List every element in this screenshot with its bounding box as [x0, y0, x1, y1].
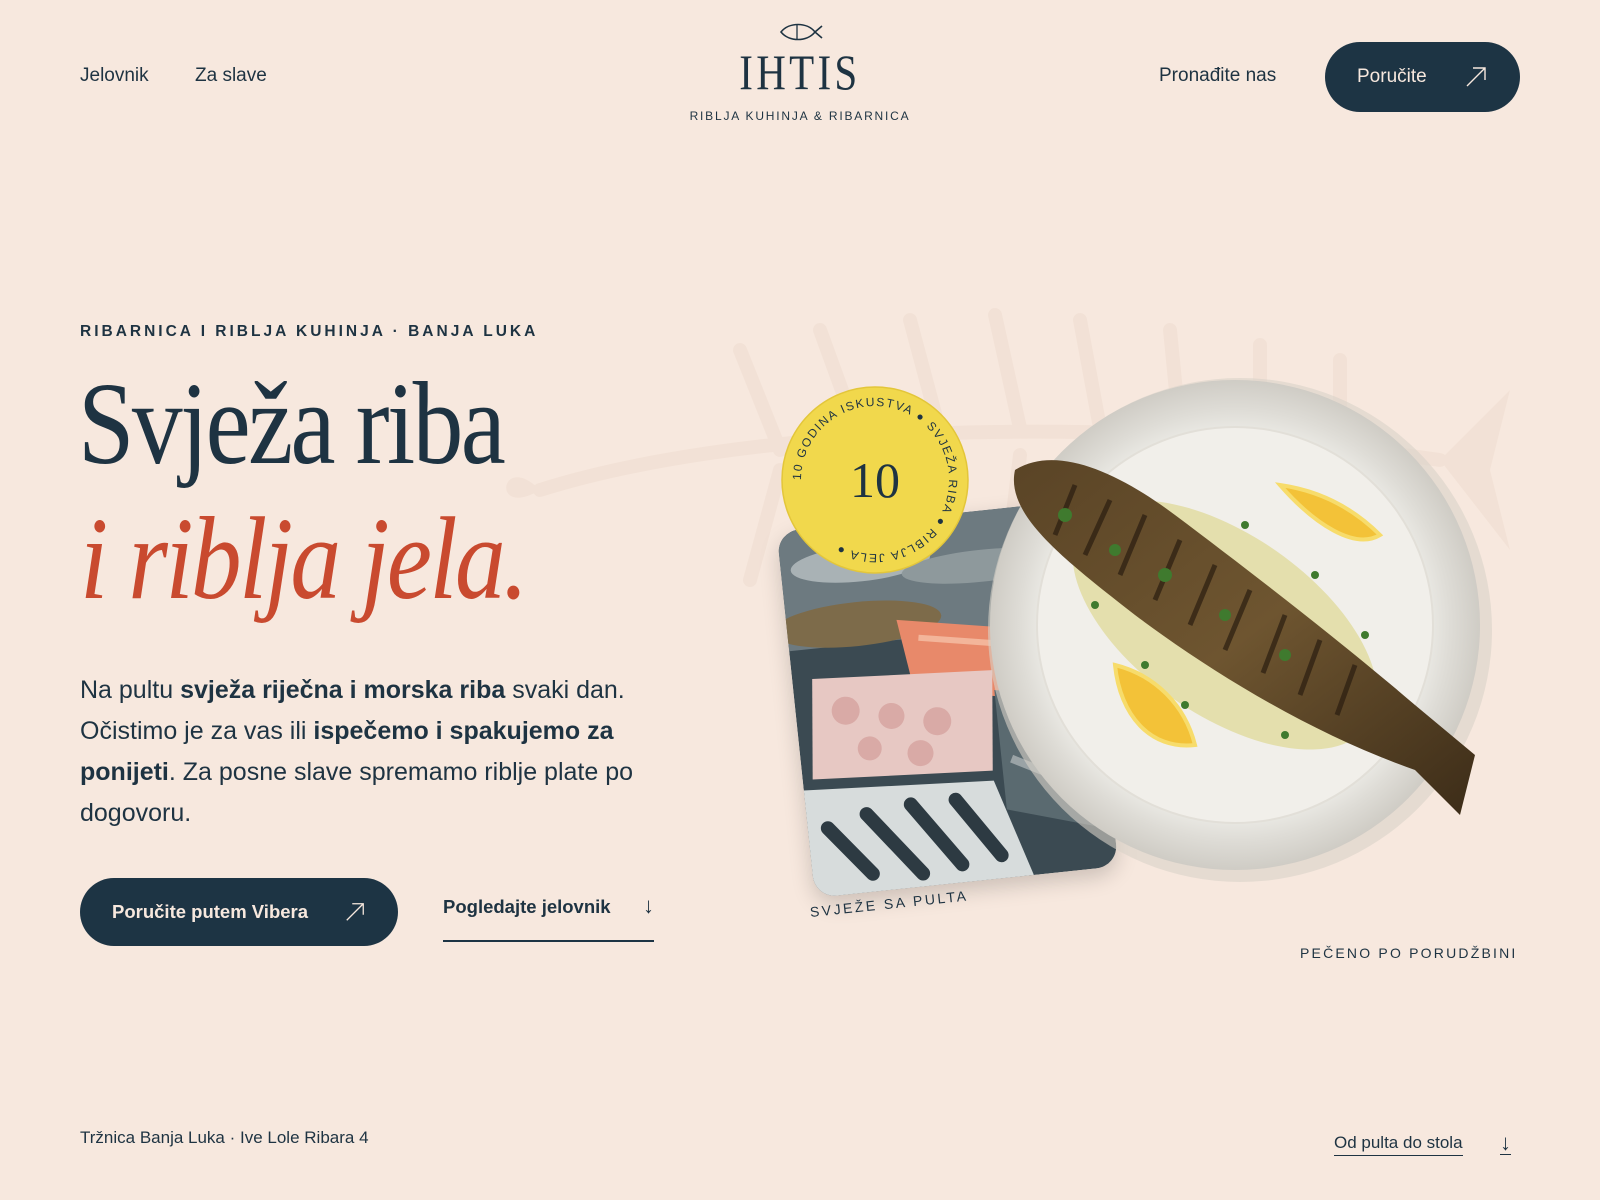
nav-menu-link[interactable]: Jelovnik [80, 65, 149, 87]
order-viber-label: Poručite putem Vibera [112, 901, 309, 922]
nav-find-us-link[interactable]: Pronađite nas [1159, 65, 1276, 87]
scroll-down-link[interactable]: Od pulta do stola [1334, 1133, 1463, 1156]
arrow-down-icon[interactable]: ↓ [1500, 1132, 1511, 1155]
grilled-fish-plate-photo [988, 378, 1492, 882]
hero-title-line2: i riblja jela. [80, 493, 528, 624]
address: Tržnica Banja Luka · Ive Lole Ribara 4 [80, 1128, 369, 1147]
experience-badge: 10 GODINA ISKUSTVA ● SVJEŽA RIBA ● RIBLJ… [781, 386, 969, 574]
plate-caption: PEČENO PO PORUDŽBINI [1300, 945, 1518, 961]
logo-subtitle: RIBLJA KUHINJA & RIBARNICA [689, 109, 911, 123]
hero-eyebrow: RIBARNICA I RIBLJA KUHINJA · BANJA LUKA [80, 323, 539, 340]
lead-bold-1: svježa riječna i morska riba [180, 676, 506, 704]
logo-word: IHTIS [739, 44, 861, 100]
order-button[interactable]: Poručite [1325, 42, 1520, 112]
arrow-up-right-icon [346, 903, 364, 921]
order-button-label: Poručite [1357, 66, 1427, 87]
nav-slave-link[interactable]: Za slave [195, 65, 267, 87]
view-menu-label: Pogledajte jelovnik [443, 896, 611, 917]
fish-logo-icon [779, 23, 823, 41]
hero-lead: Na pultu svježa riječna i morska riba sv… [80, 670, 680, 834]
hero-title-line1: Svježa riba [78, 358, 506, 489]
view-menu-link[interactable]: Pogledajte jelovnik ↓ [443, 893, 654, 942]
order-viber-button[interactable]: Poručite putem Vibera [80, 878, 398, 946]
logo[interactable]: IHTIS RIBLJA KUHINJA & RIBARNICA [680, 22, 920, 123]
lead-text-1: Na pultu [80, 676, 181, 704]
arrow-up-right-icon [1466, 67, 1486, 87]
badge-number: 10 [850, 452, 900, 508]
arrow-down-icon: ↓ [643, 893, 654, 918]
